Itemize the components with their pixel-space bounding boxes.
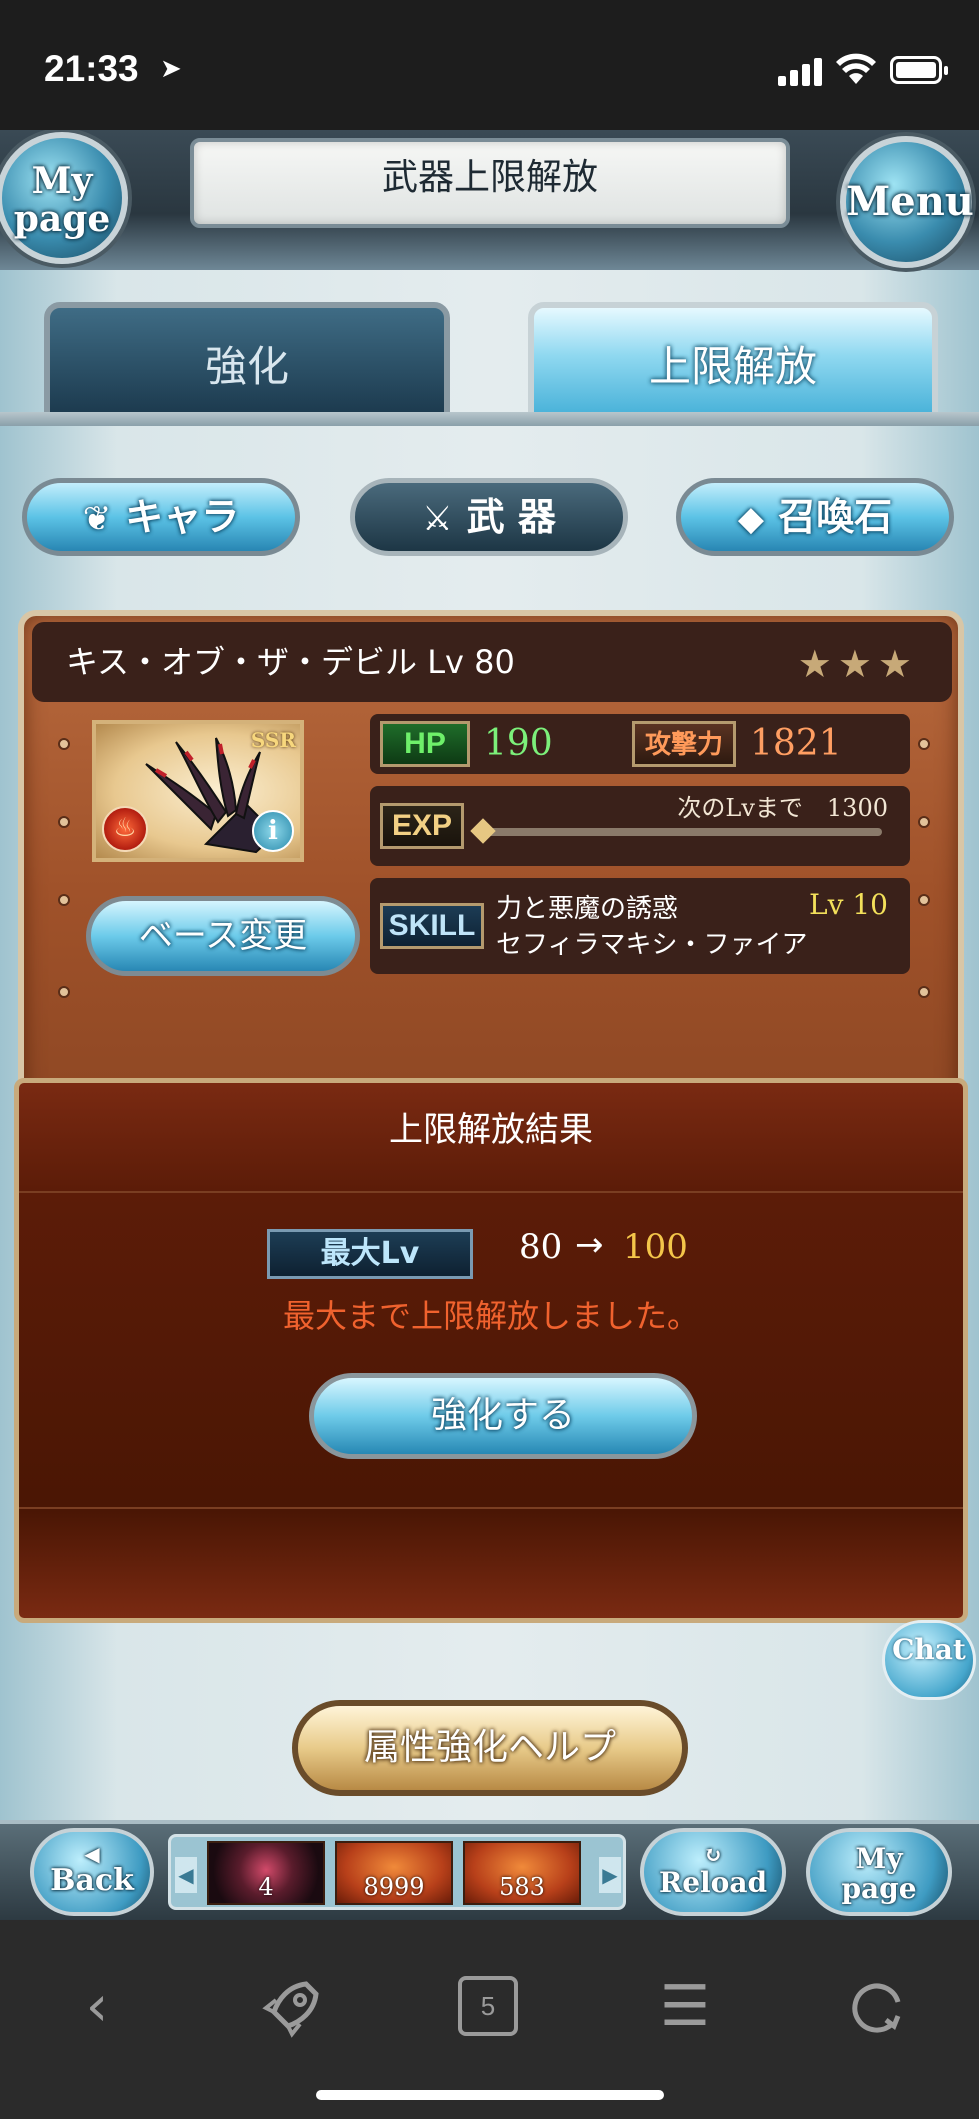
category-character-button[interactable]: ❦ キャラ bbox=[22, 478, 300, 556]
rivet bbox=[918, 738, 930, 750]
weapon-thumbnail[interactable]: SSR ♨ i bbox=[92, 720, 304, 862]
category-summon-button[interactable]: ◆ 召喚石 bbox=[676, 478, 954, 556]
refresh-icon[interactable] bbox=[842, 1972, 912, 2042]
result-divider bbox=[19, 1507, 963, 1509]
location-arrow-icon: ➤ bbox=[160, 54, 182, 84]
rivet bbox=[918, 894, 930, 906]
status-bar: 21:33 ➤ bbox=[0, 0, 979, 130]
status-time: 21:33 bbox=[44, 48, 139, 89]
element-help-button[interactable]: 属性強化ヘルプ bbox=[292, 1700, 688, 1796]
hp-label: HP bbox=[380, 721, 470, 767]
base-change-button[interactable]: ベース変更 bbox=[86, 896, 360, 976]
attack-label: 攻撃力 bbox=[632, 721, 736, 767]
skill-row[interactable]: SKILL 力と悪魔の誘惑 セフィラマキシ・ファイア Lv 10 bbox=[370, 878, 910, 974]
tabs-count-button[interactable]: 5 bbox=[458, 1976, 518, 2036]
back-label: Back bbox=[50, 1863, 134, 1898]
item-count: 4 bbox=[258, 1873, 274, 1901]
category-character-label: キャラ bbox=[125, 495, 240, 539]
tab-divider bbox=[0, 412, 979, 426]
browser-toolbar: ‹ 5 ☰ bbox=[0, 1920, 979, 2119]
arrow-right-icon: → bbox=[575, 1225, 604, 1265]
strengthen-button[interactable]: 強化する bbox=[309, 1373, 697, 1459]
rivet bbox=[918, 986, 930, 998]
item-slot[interactable]: 8999 bbox=[335, 1841, 453, 1905]
tab-strengthen[interactable]: 強化 bbox=[44, 302, 450, 420]
reload-icon: ↻ bbox=[703, 1842, 723, 1868]
cellular-signal-icon bbox=[778, 56, 824, 86]
exp-row: EXP 次のLvまで 1300 bbox=[370, 786, 910, 866]
item-slot[interactable]: 4 bbox=[207, 1841, 325, 1905]
angel-icon: ❦ bbox=[82, 499, 112, 539]
rivet bbox=[58, 738, 70, 750]
result-title: 上限解放結果 bbox=[389, 1110, 593, 1150]
my-page-label-line2: page bbox=[841, 1872, 917, 1905]
wifi-icon bbox=[836, 53, 876, 84]
my-page-label-line1: My bbox=[31, 160, 93, 202]
skill-name: 力と悪魔の誘惑 bbox=[496, 894, 679, 924]
scroll-right-icon[interactable]: ▶ bbox=[599, 1857, 621, 1893]
exp-progress-bar bbox=[482, 828, 882, 836]
weapon-name: キス・オブ・ザ・デビル Lv 80 bbox=[66, 643, 515, 681]
my-page-button[interactable]: My page bbox=[0, 132, 128, 264]
game-bottom-bar: ◀ Back ◀ 4 8999 583 ▶ ↻ Reload My page bbox=[0, 1820, 979, 1920]
reload-label: Reload bbox=[658, 1866, 768, 1899]
max-level-label: 最大Lv bbox=[267, 1229, 473, 1279]
browser-back-icon[interactable]: ‹ bbox=[62, 1972, 132, 2042]
home-indicator bbox=[316, 2090, 664, 2100]
skill-level: Lv 10 bbox=[809, 888, 888, 921]
stats-row: HP 190 攻撃力 1821 bbox=[370, 714, 910, 774]
rarity-stars: ★★★ bbox=[797, 642, 918, 686]
category-summon-label: 召喚石 bbox=[778, 495, 893, 539]
my-page-label-line2: page bbox=[13, 198, 111, 240]
game-screen: 武器上限解放 My page Menu 強化 上限解放 ❦ キャラ ⚔ 武 器 ◆ 召… bbox=[0, 130, 979, 1920]
exp-marker-icon bbox=[470, 818, 496, 844]
reload-button[interactable]: ↻ Reload bbox=[640, 1828, 786, 1916]
fire-element-icon: ♨ bbox=[102, 806, 148, 852]
chat-button[interactable]: Chat bbox=[882, 1620, 976, 1700]
rivet bbox=[58, 894, 70, 906]
attack-value: 1821 bbox=[750, 723, 842, 764]
item-shortcut-bar: ◀ 4 8999 583 ▶ bbox=[168, 1834, 626, 1910]
crossed-swords-icon: ⚔ bbox=[422, 499, 453, 539]
skill-subtitle: セフィラマキシ・ファイア bbox=[496, 930, 808, 960]
item-count: 8999 bbox=[363, 1873, 425, 1901]
hamburger-menu-icon[interactable]: ☰ bbox=[650, 1972, 720, 2042]
category-weapon-label: 武 器 bbox=[466, 495, 556, 539]
rivet bbox=[58, 816, 70, 828]
back-arrow-icon: ◀ bbox=[84, 1842, 100, 1866]
item-slot[interactable]: 583 bbox=[463, 1841, 581, 1905]
chat-label: Chat bbox=[892, 1633, 966, 1666]
page-title: 武器上限解放 bbox=[381, 157, 598, 198]
menu-button[interactable]: Menu bbox=[840, 136, 974, 268]
result-message: 最大まで上限解放しました。 bbox=[282, 1297, 699, 1335]
hp-value: 190 bbox=[484, 723, 553, 764]
category-weapon-button[interactable]: ⚔ 武 器 bbox=[350, 478, 628, 556]
tab-limit-break[interactable]: 上限解放 bbox=[528, 302, 938, 420]
scroll-left-icon[interactable]: ◀ bbox=[175, 1857, 197, 1893]
limit-break-result-panel: 上限解放結果 最大Lv 80 → 100 最大まで上限解放しました。 強化する bbox=[14, 1078, 968, 1623]
skill-label: SKILL bbox=[380, 903, 484, 949]
result-header: 上限解放結果 bbox=[19, 1083, 963, 1193]
item-count: 583 bbox=[499, 1873, 545, 1901]
header-bar: 武器上限解放 My page Menu bbox=[0, 130, 979, 270]
battery-icon bbox=[890, 56, 948, 84]
exp-next-level: 次のLvまで 1300 bbox=[677, 794, 888, 822]
rarity-badge: SSR bbox=[250, 728, 296, 752]
max-level-to: 100 bbox=[623, 1227, 688, 1267]
my-page-label-line1: My bbox=[855, 1842, 903, 1875]
rocket-icon[interactable] bbox=[258, 1972, 328, 2042]
exp-label: EXP bbox=[380, 803, 464, 849]
rivet bbox=[918, 816, 930, 828]
crystal-icon: ◆ bbox=[737, 499, 765, 539]
bottom-my-page-button[interactable]: My page bbox=[806, 1828, 952, 1916]
info-icon[interactable]: i bbox=[252, 810, 294, 852]
back-button[interactable]: ◀ Back bbox=[30, 1828, 154, 1916]
max-level-from: 80 bbox=[519, 1227, 563, 1267]
rivet bbox=[58, 986, 70, 998]
